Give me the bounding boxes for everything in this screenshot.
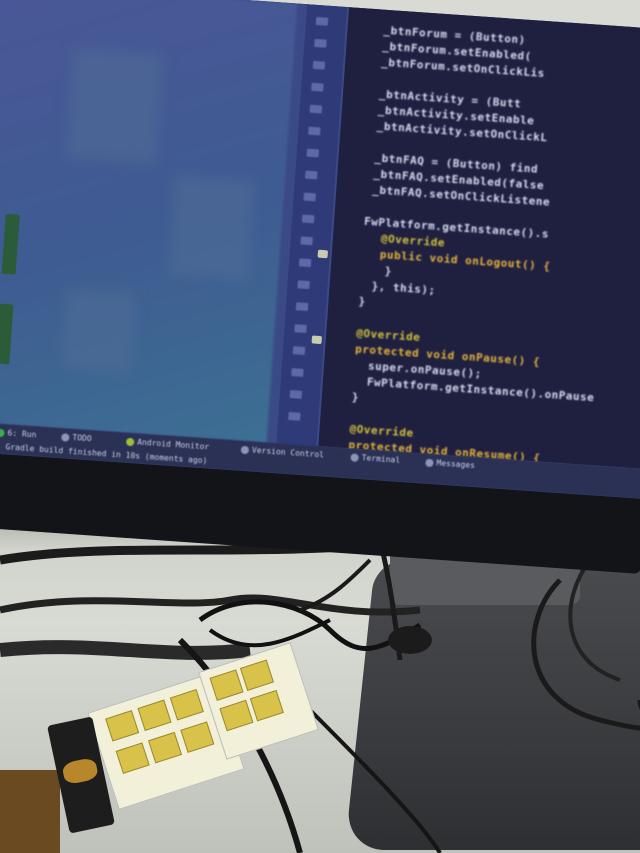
fold-icon[interactable] (317, 249, 329, 259)
status-tab-label: Android Monitor (136, 437, 210, 452)
status-tab-label: TODO (72, 432, 92, 444)
designer-preview-pane (0, 0, 298, 443)
code-line: @Override (355, 326, 421, 344)
code-line: public void onLogout() { (379, 247, 551, 273)
status-bar-tab[interactable]: Messages (425, 458, 475, 470)
status-tab-label: Terminal (361, 453, 401, 465)
tag-logo (61, 756, 100, 786)
status-tab-icon (125, 437, 135, 446)
status-tab-icon (61, 432, 70, 442)
status-bar-tab[interactable]: Terminal (350, 452, 401, 465)
monitor: _btnForum = (Button) _btnForum.setEnabled… (0, 0, 640, 574)
code-line: } (384, 264, 393, 278)
fold-icon[interactable] (311, 335, 323, 345)
status-tab-icon (0, 428, 5, 437)
cardboard-box (0, 770, 60, 853)
status-bar-tab[interactable]: TODO (61, 432, 92, 443)
status-bar-tab[interactable]: 6: Run (0, 428, 37, 440)
code-line: } (358, 294, 367, 309)
code-line: } (351, 390, 360, 404)
status-bar-tab[interactable]: Android Monitor (125, 437, 210, 452)
monitor-screen: _btnForum = (Button) _btnForum.setEnabled… (0, 0, 640, 499)
status-bar-tab[interactable]: Version Control (240, 445, 325, 460)
code-line: }, this); (371, 279, 437, 297)
status-tab-icon (425, 458, 434, 467)
status-tab-icon (350, 452, 359, 462)
status-tab-label: Messages (436, 458, 476, 471)
code-editor[interactable]: _btnForum = (Button) _btnForum.setEnabled… (318, 7, 640, 470)
status-tab-icon (240, 445, 250, 454)
status-tab-label: Version Control (251, 445, 325, 460)
status-tab-label: 6: Run (7, 428, 37, 440)
code-line: @Override (349, 422, 415, 440)
code-line: @Override (380, 232, 446, 250)
